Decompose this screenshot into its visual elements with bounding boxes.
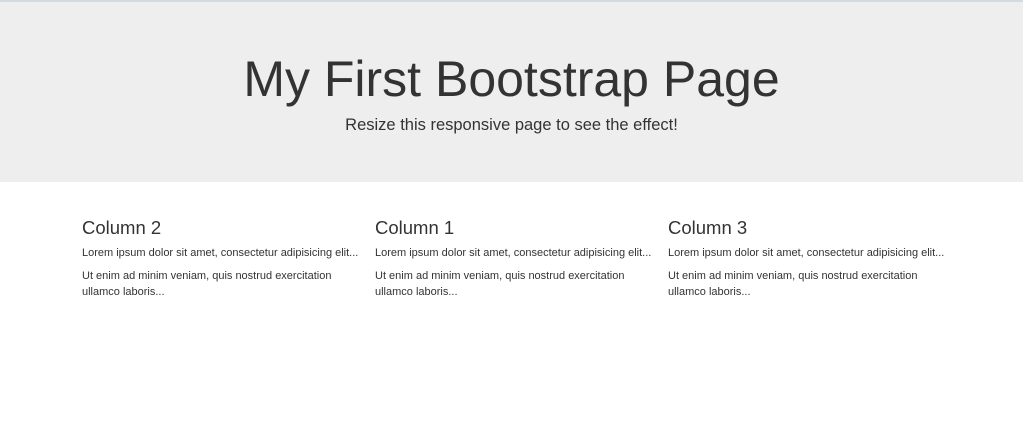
column-left: Column 2 Lorem ipsum dolor sit amet, con…: [82, 216, 358, 300]
column-paragraph: Ut enim ad minim veniam, quis nostrud ex…: [375, 270, 625, 298]
column-paragraph: Lorem ipsum dolor sit amet, consectetur …: [668, 247, 945, 259]
page-subtitle: Resize this responsive page to see the e…: [345, 116, 678, 134]
column-right: Column 3 Lorem ipsum dolor sit amet, con…: [668, 216, 944, 300]
column-paragraph: Lorem ipsum dolor sit amet, consectetur …: [375, 247, 652, 259]
columns-row: Column 2 Lorem ipsum dolor sit amet, con…: [82, 216, 962, 316]
column-paragraph: Ut enim ad minim veniam, quis nostrud ex…: [82, 270, 332, 298]
column-heading: Column 2: [82, 217, 162, 238]
column-heading: Column 1: [375, 217, 455, 238]
column-paragraph: Ut enim ad minim veniam, quis nostrud ex…: [668, 270, 918, 298]
column-paragraph: Lorem ipsum dolor sit amet, consectetur …: [82, 247, 359, 259]
page-title: My First Bootstrap Page: [243, 51, 780, 107]
column-middle: Column 1 Lorem ipsum dolor sit amet, con…: [375, 216, 651, 300]
jumbotron: My First Bootstrap Page Resize this resp…: [0, 2, 1023, 182]
column-heading: Column 3: [668, 217, 748, 238]
